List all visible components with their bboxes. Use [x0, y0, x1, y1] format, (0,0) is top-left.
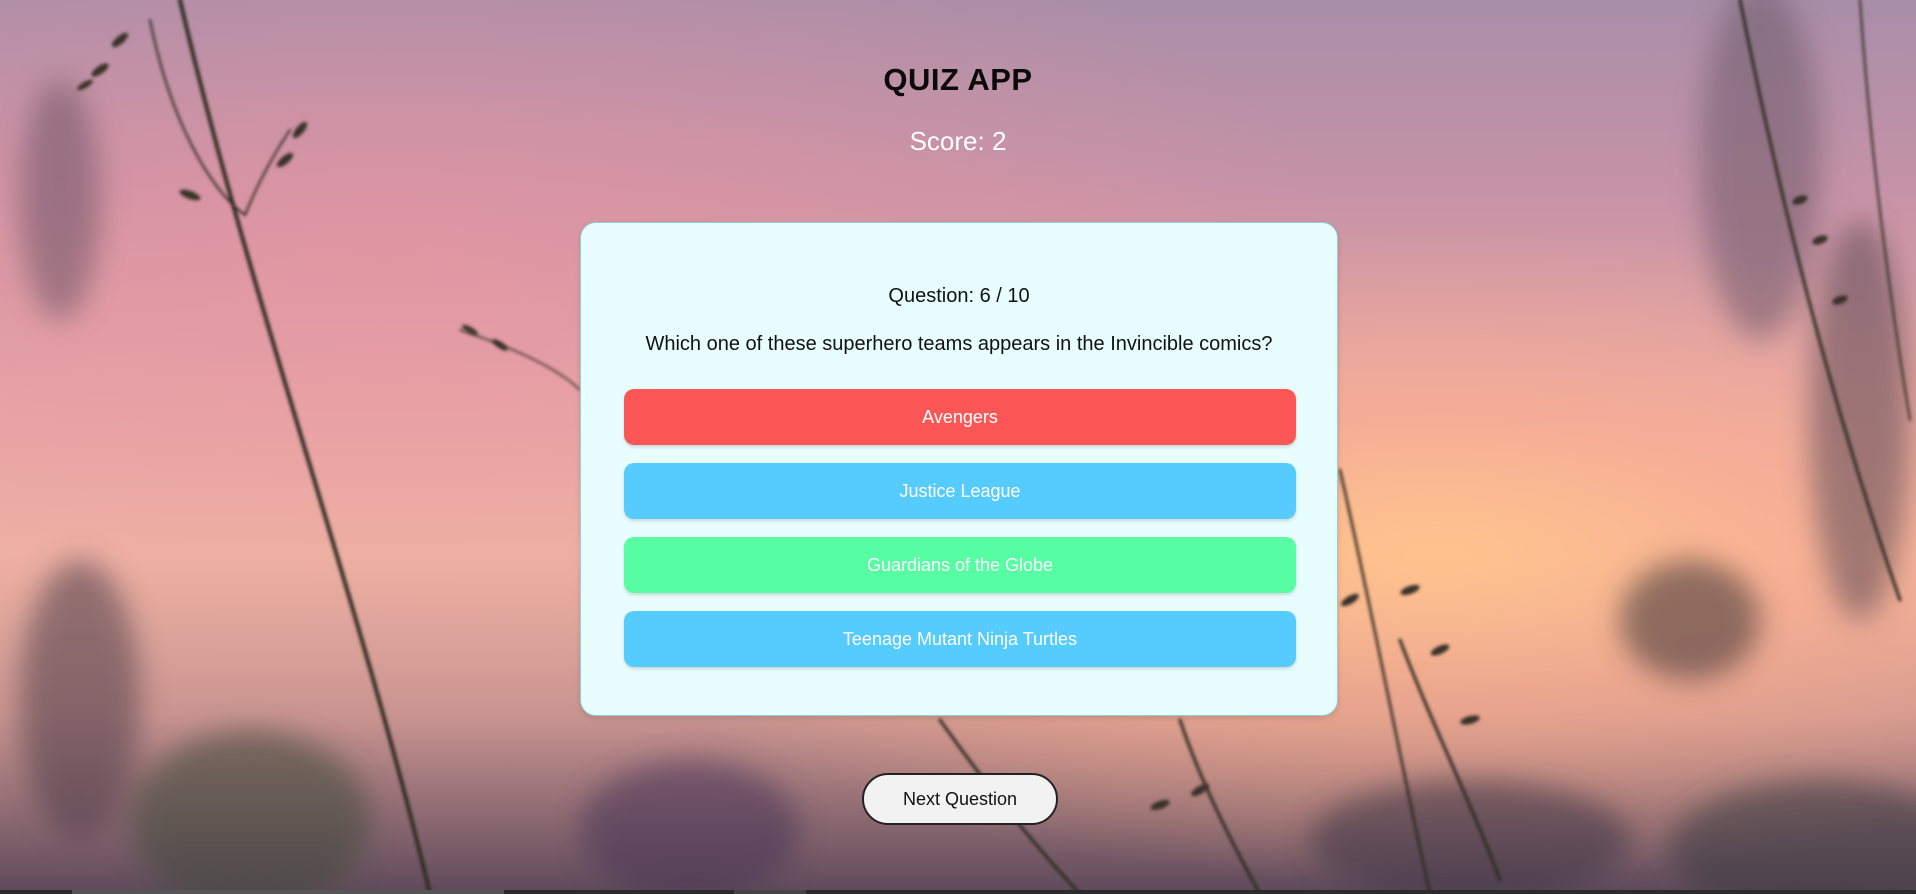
score-value: 2: [991, 126, 1007, 156]
app-title: QUIZ APP: [883, 62, 1033, 97]
answer-button[interactable]: Justice League: [624, 463, 1296, 519]
question-counter-label: Question:: [888, 285, 980, 307]
taskbar-segment: [72, 890, 504, 894]
question-card: Question: 6 / 10 Which one of these supe…: [580, 222, 1338, 716]
question-text: Which one of these superhero teams appea…: [645, 333, 1273, 355]
answer-button[interactable]: Teenage Mutant Ninja Turtles: [624, 611, 1296, 667]
answer-list: Avengers Justice League Guardians of the…: [624, 389, 1296, 685]
next-question-button[interactable]: Next Question: [862, 773, 1058, 825]
question-current: 6: [979, 285, 991, 307]
answer-button-correct[interactable]: Guardians of the Globe: [624, 537, 1296, 593]
taskbar-strip: [0, 890, 1916, 894]
question-total: 10: [1007, 285, 1030, 307]
question-separator: /: [990, 285, 1008, 307]
question-counter: Question: 6 / 10: [581, 285, 1337, 308]
answer-button-incorrect[interactable]: Avengers: [624, 389, 1296, 445]
taskbar-segment: [734, 890, 806, 894]
score-display: Score: 2: [0, 126, 1916, 157]
score-label: Score:: [909, 126, 992, 156]
